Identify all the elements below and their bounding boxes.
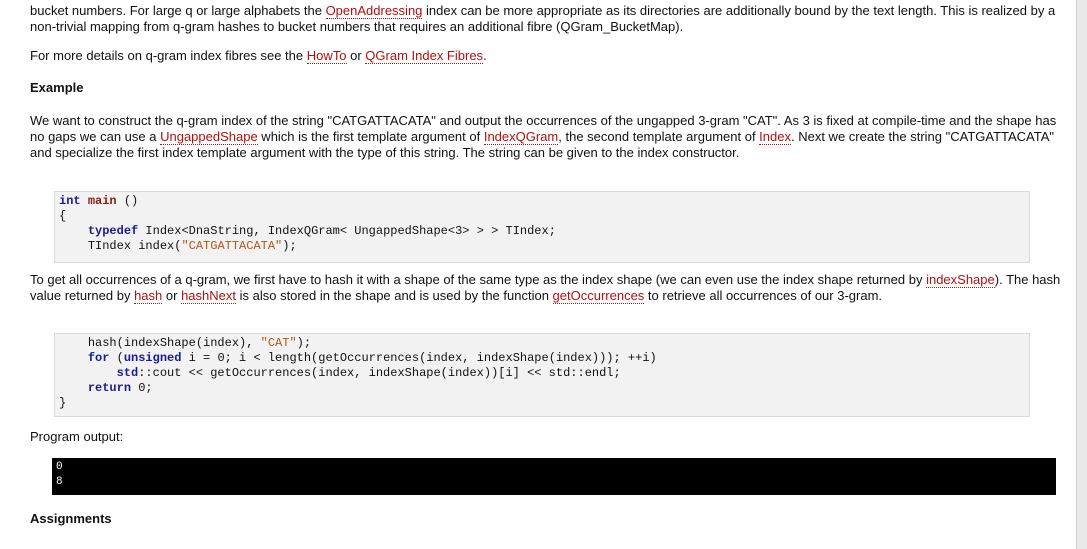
keyword: for: [87, 351, 110, 365]
code-text: 0;: [131, 381, 153, 395]
intro-paragraph: bucket numbers. For large q or large alp…: [30, 3, 1070, 35]
text: to retrieve all occurrences of our 3-gra…: [644, 288, 883, 303]
program-output-console: 0 8: [52, 458, 1056, 495]
tutorial-page: bucket numbers. For large q or large alp…: [0, 0, 1087, 549]
code-text: (): [116, 194, 139, 208]
keyword: return: [87, 381, 132, 395]
output-line: 0: [56, 461, 63, 473]
text: or: [162, 288, 182, 303]
text: For more details on q-gram index fibres …: [30, 48, 307, 63]
code-text: ::cout << getOccurrences(index, indexSha…: [138, 366, 621, 380]
program-output-label: Program output:: [30, 429, 124, 444]
code-text: );: [282, 239, 297, 253]
output-line: 8: [56, 476, 63, 488]
code-text: (: [109, 351, 124, 365]
text: which is the first template argument of: [257, 129, 484, 144]
example-heading: Example: [30, 80, 84, 95]
namespace: std: [116, 366, 139, 380]
text: or: [346, 48, 366, 63]
link-getoccurrences[interactable]: getOccurrences: [552, 288, 645, 304]
code-text: TIndex index(: [87, 239, 182, 253]
link-ungappedshape[interactable]: UngappedShape: [160, 129, 258, 145]
code-text: hash(indexShape(index),: [87, 336, 261, 350]
function-name: main: [87, 194, 117, 208]
text: is also stored in the shape and is used …: [236, 288, 553, 303]
string-literal: "CATGATTACATA": [181, 239, 283, 253]
text: bucket numbers. For large q or large alp…: [30, 3, 326, 18]
link-qgram-index-fibres[interactable]: QGram Index Fibres: [365, 48, 484, 64]
link-hashnext[interactable]: hashNext: [181, 288, 236, 304]
code-text: i = 0; i < length(getOccurrences(index, …: [181, 351, 657, 365]
fibres-paragraph: For more details on q-gram index fibres …: [30, 48, 1070, 64]
text: .: [483, 48, 487, 63]
assignments-heading: Assignments: [30, 511, 112, 526]
link-howto[interactable]: HowTo: [306, 48, 347, 64]
code-text: );: [296, 336, 312, 350]
text: , the second template argument of: [558, 129, 760, 144]
keyword: typedef: [87, 224, 139, 238]
link-indexqgram[interactable]: IndexQGram: [483, 129, 559, 145]
link-hash[interactable]: hash: [134, 288, 163, 304]
code-block-2: hash(indexShape(index), "CAT"); for (uns…: [54, 333, 1030, 417]
occurrences-paragraph: To get all occurrences of a q-gram, we f…: [30, 272, 1070, 304]
link-indexshape[interactable]: indexShape: [926, 272, 995, 288]
keyword: int: [59, 194, 81, 208]
link-openaddressing[interactable]: OpenAddressing: [325, 3, 423, 19]
code-block-1: int main () { typedef Index<DnaString, I…: [54, 191, 1030, 263]
code-text: Index<DnaString, IndexQGram< UngappedSha…: [138, 224, 556, 238]
vertical-scrollbar[interactable]: [1076, 0, 1087, 549]
string-literal: "CAT": [260, 336, 297, 350]
keyword: unsigned: [123, 351, 182, 365]
text: To get all occurrences of a q-gram, we f…: [30, 272, 927, 287]
example-paragraph: We want to construct the q-gram index of…: [30, 113, 1070, 161]
code-text: {: [59, 209, 67, 223]
code-text: }: [59, 396, 67, 410]
link-index[interactable]: Index: [759, 129, 791, 145]
